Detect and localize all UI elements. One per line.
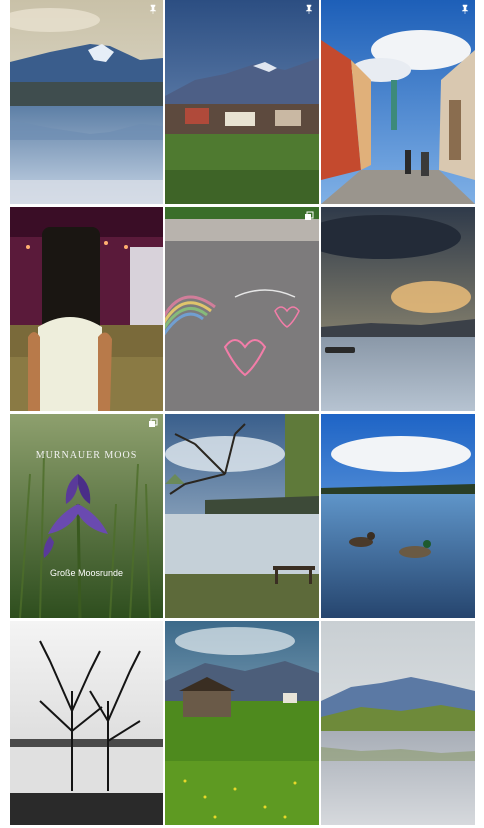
- post-overlay-subtitle: Große Moosrunde: [49, 568, 124, 578]
- post-image: [10, 0, 163, 204]
- post-image: [321, 621, 475, 825]
- pin-icon: [460, 4, 470, 14]
- post-stage-lights[interactable]: [10, 207, 163, 411]
- post-image: [165, 207, 319, 411]
- post-meadow-hut[interactable]: [165, 621, 319, 825]
- pin-icon: [148, 4, 158, 14]
- post-image: [10, 414, 163, 618]
- post-overlay-title: MURNAUER MOOS: [35, 450, 138, 461]
- post-village-mountains[interactable]: [165, 0, 319, 204]
- post-old-town-street[interactable]: [321, 0, 475, 204]
- carousel-icon: [304, 211, 314, 221]
- post-image: [10, 621, 163, 825]
- post-lake-tree-bench[interactable]: [165, 414, 319, 618]
- post-lake-green-hills[interactable]: [321, 621, 475, 825]
- post-chalk-drawing[interactable]: [165, 207, 319, 411]
- post-image: [165, 414, 319, 618]
- post-image: [10, 207, 163, 411]
- post-sunset-lake-boat[interactable]: [321, 207, 475, 411]
- post-image: [321, 414, 475, 618]
- profile-post-grid: MURNAUER MOOS Große Moosrunde: [10, 0, 475, 825]
- post-image: [165, 0, 319, 204]
- post-bw-trees[interactable]: [10, 621, 163, 825]
- post-image: [321, 207, 475, 411]
- pin-icon: [304, 4, 314, 14]
- post-iris-flower[interactable]: MURNAUER MOOS Große Moosrunde: [10, 414, 163, 618]
- post-image: [321, 0, 475, 204]
- post-lake-mountain-reflection[interactable]: [10, 0, 163, 204]
- post-ducks-lake[interactable]: [321, 414, 475, 618]
- post-image: [165, 621, 319, 825]
- carousel-icon: [148, 418, 158, 428]
